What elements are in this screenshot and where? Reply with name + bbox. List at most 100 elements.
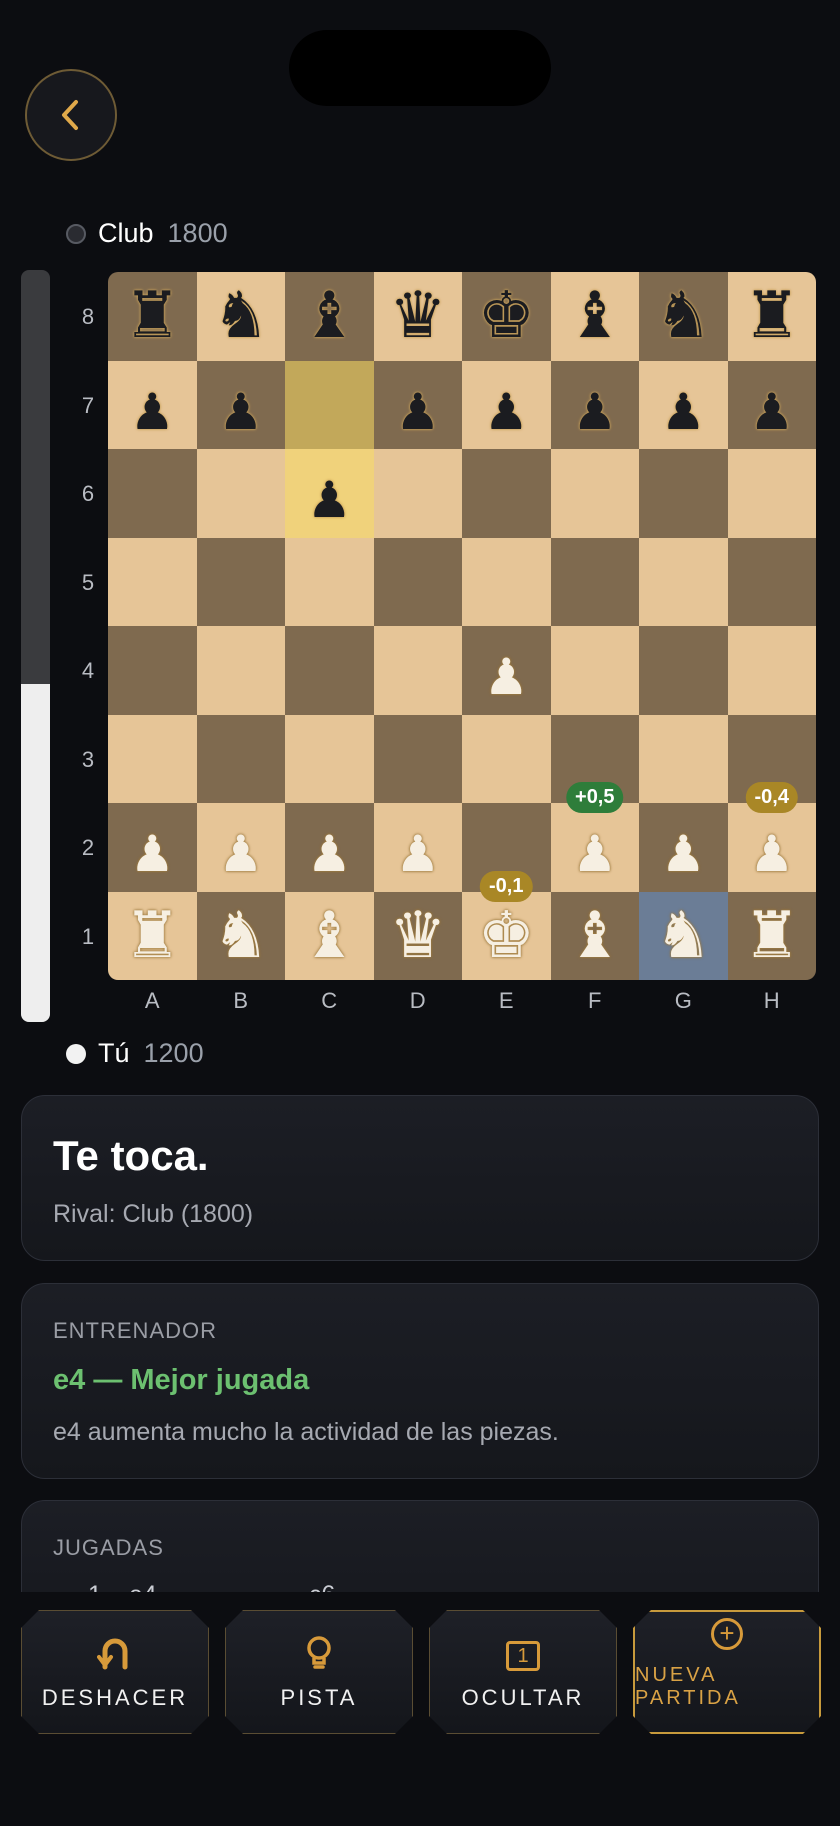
white-rook-icon[interactable]: ♜ (124, 904, 181, 968)
white-king-icon[interactable]: ♚ (478, 904, 535, 968)
square-b8[interactable]: ♞ (196, 272, 285, 361)
square-b1[interactable]: ♞ (196, 891, 285, 980)
black-knight-icon[interactable]: ♞ (212, 284, 269, 348)
white-pawn-icon[interactable]: ♟ (572, 829, 617, 879)
square-e2[interactable]: -0,1 (462, 803, 551, 902)
black-bishop-icon[interactable]: ♝ (301, 284, 358, 348)
black-pawn-icon[interactable]: ♟ (218, 387, 263, 437)
square-f8[interactable]: ♝ (550, 272, 639, 361)
square-c3[interactable] (285, 714, 374, 803)
square-a4[interactable] (108, 626, 197, 715)
white-queen-icon[interactable]: ♛ (389, 904, 446, 968)
square-d4[interactable] (373, 626, 462, 715)
square-e5[interactable] (462, 537, 551, 626)
square-h6[interactable] (727, 449, 816, 538)
black-knight-icon[interactable]: ♞ (655, 284, 712, 348)
square-d5[interactable] (373, 537, 462, 626)
white-pawn-icon[interactable]: ♟ (661, 829, 706, 879)
square-g3[interactable] (639, 714, 728, 803)
square-b7[interactable]: ♟ (196, 360, 285, 449)
square-a8[interactable]: ♜ (108, 272, 197, 361)
white-pawn-icon[interactable]: ♟ (307, 829, 352, 879)
square-f1[interactable]: ♝ (550, 891, 639, 980)
square-d3[interactable] (373, 714, 462, 803)
new-game-button[interactable]: + NUEVA PARTIDA (633, 1610, 821, 1734)
black-pawn-icon[interactable]: ♟ (130, 387, 175, 437)
square-e4[interactable]: ♟ (462, 626, 551, 715)
white-pawn-icon[interactable]: ♟ (749, 829, 794, 879)
square-c6[interactable]: ♟ (285, 449, 374, 538)
square-d2[interactable]: ♟ (373, 803, 462, 892)
white-pawn-icon[interactable]: ♟ (218, 829, 263, 879)
square-g5[interactable] (639, 537, 728, 626)
square-c7[interactable] (285, 360, 374, 449)
square-c4[interactable] (285, 626, 374, 715)
square-f7[interactable]: ♟ (550, 360, 639, 449)
square-h8[interactable]: ♜ (727, 272, 816, 361)
back-button[interactable] (25, 69, 117, 161)
white-rook-icon[interactable]: ♜ (743, 904, 800, 968)
square-e1[interactable]: ♚ (462, 891, 551, 980)
square-f6[interactable] (550, 449, 639, 538)
black-king-icon[interactable]: ♚ (478, 284, 535, 348)
square-b6[interactable] (196, 449, 285, 538)
black-bishop-icon[interactable]: ♝ (566, 284, 623, 348)
square-f3[interactable]: +0,5 (550, 714, 639, 813)
square-c5[interactable] (285, 537, 374, 626)
hint-button[interactable]: PISTA (225, 1610, 413, 1734)
square-b2[interactable]: ♟ (196, 803, 285, 892)
square-h5[interactable] (727, 537, 816, 626)
hide-button[interactable]: 1 OCULTAR (429, 1610, 617, 1734)
square-f2[interactable]: ♟ (550, 803, 639, 892)
black-rook-icon[interactable]: ♜ (743, 284, 800, 348)
black-rook-icon[interactable]: ♜ (124, 284, 181, 348)
white-pawn-icon[interactable]: ♟ (395, 829, 440, 879)
white-knight-icon[interactable]: ♞ (212, 904, 269, 968)
white-bishop-icon[interactable]: ♝ (301, 904, 358, 968)
square-d1[interactable]: ♛ (373, 891, 462, 980)
black-queen-icon[interactable]: ♛ (389, 284, 446, 348)
square-g6[interactable] (639, 449, 728, 538)
square-h3[interactable]: -0,4 (727, 714, 816, 813)
square-a7[interactable]: ♟ (108, 360, 197, 449)
square-h2[interactable]: ♟ (727, 803, 816, 892)
undo-button[interactable]: DESHACER (21, 1610, 209, 1734)
square-g1[interactable]: ♞ (639, 891, 728, 980)
chess-board[interactable]: ♜ ♞ ♝ ♛ ♚ ♝ ♞ ♜ ♟ ♟ ♟ ♟ ♟ ♟ ♟ ♟ ♟ +0,5 -0,4 ♟ ♟ ♟ ♟ -0,1 ♟ ♟ ♟ ♜ ♞ ♝ ♛… (108, 272, 816, 980)
square-b3[interactable] (196, 714, 285, 803)
square-a6[interactable] (108, 449, 197, 538)
square-h1[interactable]: ♜ (727, 891, 816, 980)
square-b4[interactable] (196, 626, 285, 715)
square-f5[interactable] (550, 537, 639, 626)
white-pawn-icon[interactable]: ♟ (130, 829, 175, 879)
square-a5[interactable] (108, 537, 197, 626)
square-d6[interactable] (373, 449, 462, 538)
square-b5[interactable] (196, 537, 285, 626)
white-pawn-icon[interactable]: ♟ (484, 652, 529, 702)
black-pawn-icon[interactable]: ♟ (749, 387, 794, 437)
black-pawn-icon[interactable]: ♟ (484, 387, 529, 437)
square-h7[interactable]: ♟ (727, 360, 816, 449)
white-bishop-icon[interactable]: ♝ (566, 904, 623, 968)
square-g2[interactable]: ♟ (639, 803, 728, 892)
square-c8[interactable]: ♝ (285, 272, 374, 361)
black-pawn-icon[interactable]: ♟ (395, 387, 440, 437)
square-a1[interactable]: ♜ (108, 891, 197, 980)
white-knight-icon[interactable]: ♞ (655, 904, 712, 968)
square-g8[interactable]: ♞ (639, 272, 728, 361)
black-pawn-icon[interactable]: ♟ (307, 475, 352, 525)
square-c2[interactable]: ♟ (285, 803, 374, 892)
square-d7[interactable]: ♟ (373, 360, 462, 449)
black-pawn-icon[interactable]: ♟ (661, 387, 706, 437)
square-a2[interactable]: ♟ (108, 803, 197, 892)
square-e7[interactable]: ♟ (462, 360, 551, 449)
square-c1[interactable]: ♝ (285, 891, 374, 980)
square-g7[interactable]: ♟ (639, 360, 728, 449)
square-e8[interactable]: ♚ (462, 272, 551, 361)
square-a3[interactable] (108, 714, 197, 803)
square-f4[interactable] (550, 626, 639, 715)
square-e6[interactable] (462, 449, 551, 538)
black-pawn-icon[interactable]: ♟ (572, 387, 617, 437)
square-h4[interactable] (727, 626, 816, 715)
square-g4[interactable] (639, 626, 728, 715)
